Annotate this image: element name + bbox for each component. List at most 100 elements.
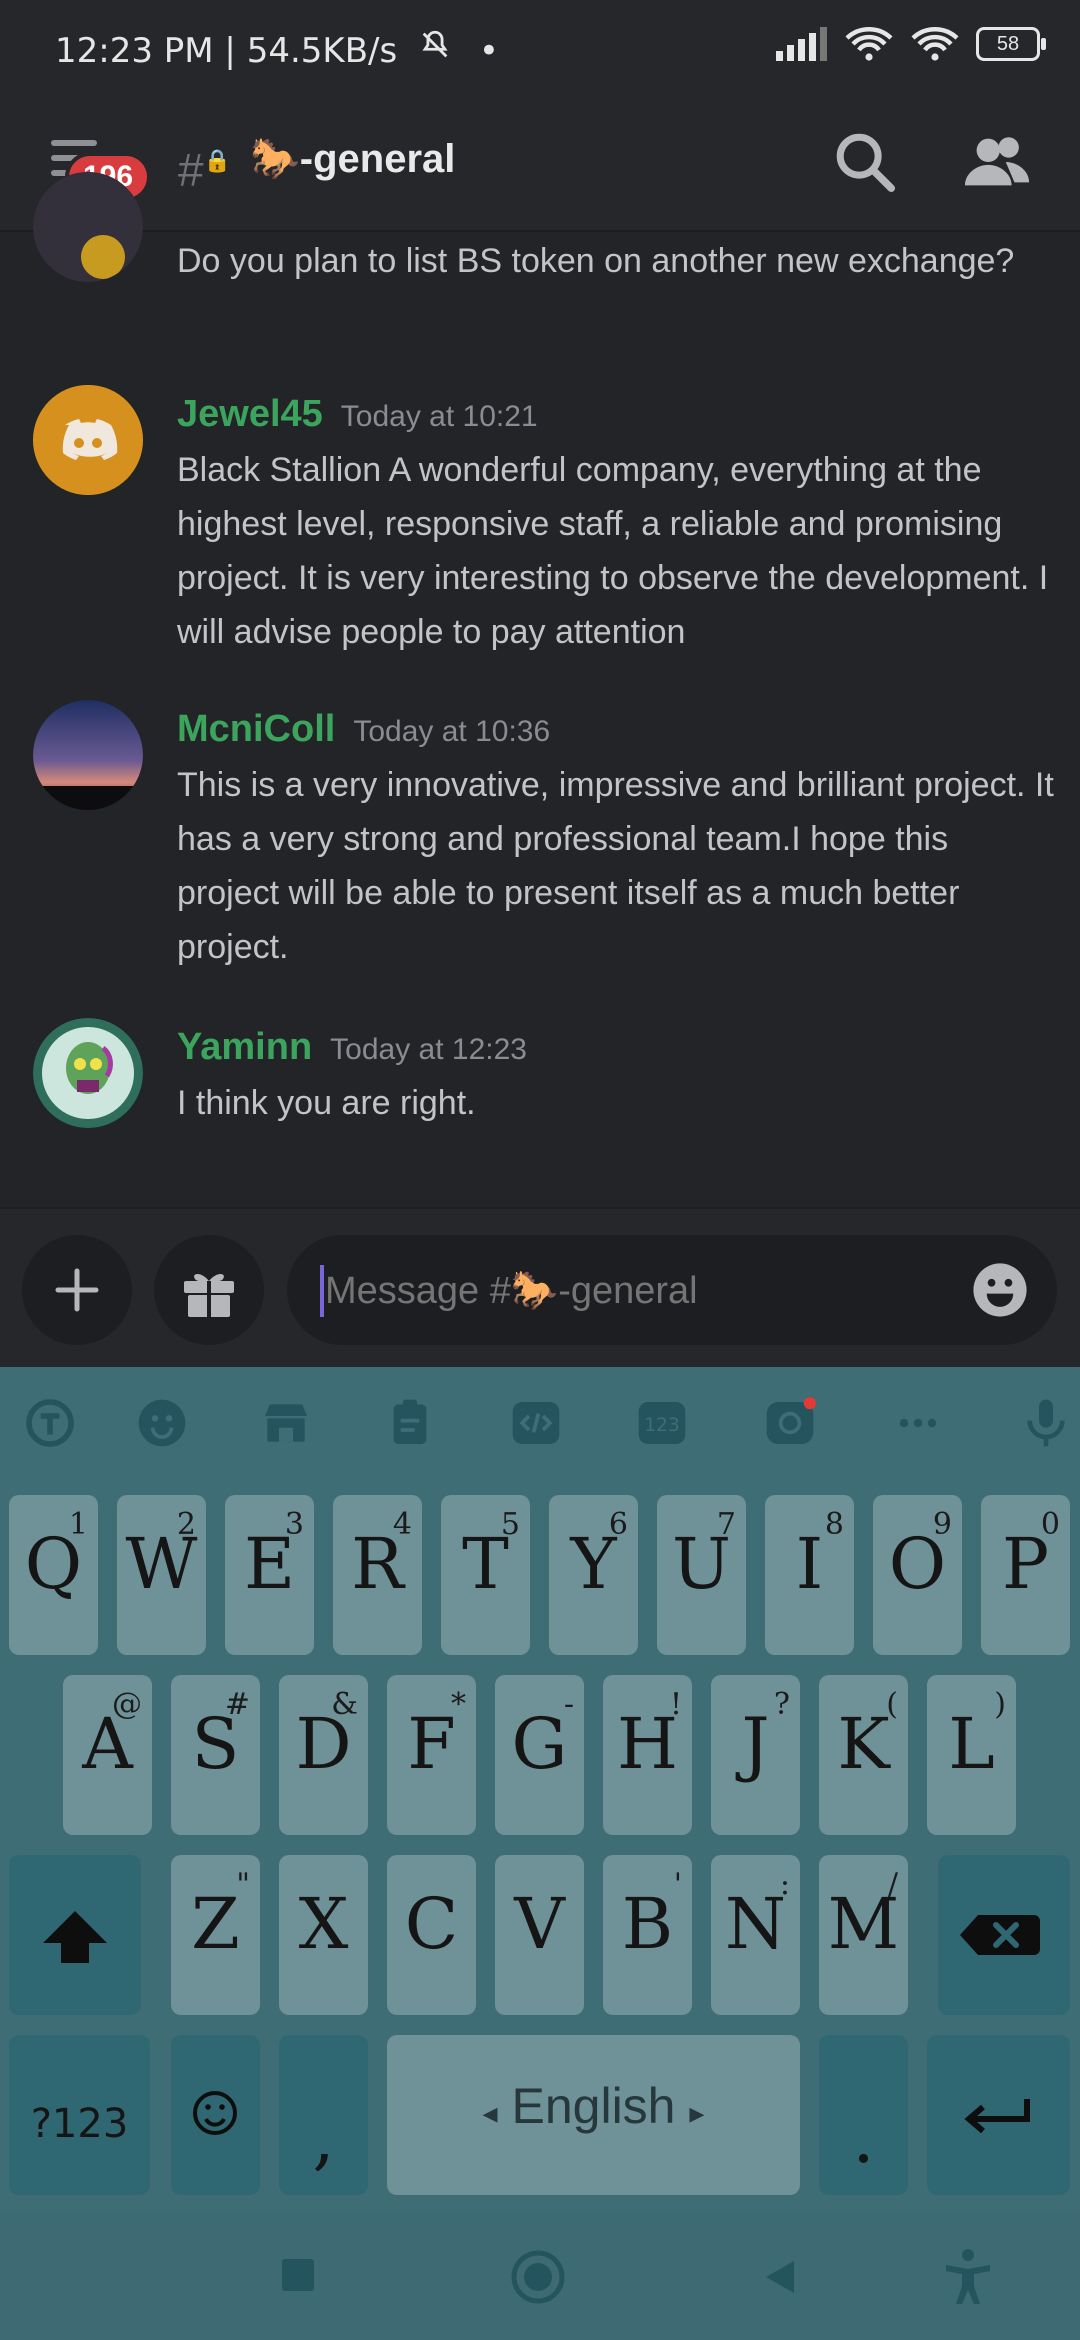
key-label: O: [888, 1523, 947, 1605]
key-h[interactable]: ! H: [603, 1675, 692, 1835]
key-o[interactable]: 9O: [873, 1495, 962, 1655]
message-time: Today at 10:21: [340, 400, 538, 433]
key-label: E: [243, 1523, 296, 1605]
wifi-icon-2: [911, 27, 959, 61]
key-l[interactable]: ) L: [927, 1675, 1016, 1835]
members-icon[interactable]: [962, 127, 1032, 197]
key-w[interactable]: 2W: [117, 1495, 206, 1655]
period-key[interactable]: .: [819, 2035, 908, 2195]
keyboard-toolbar: 123: [0, 1367, 1080, 1477]
store-icon[interactable]: [258, 1395, 314, 1451]
comma-key[interactable]: ,: [279, 2035, 368, 2195]
message-author[interactable]: Jewel45 Today at 10:21: [177, 393, 538, 436]
keyboard: 123 1Q 2W 3E 4R 5T 6Y 7U 8I 9O 0P @ A # S …: [0, 1367, 1080, 2340]
key-label: T: [462, 1523, 509, 1605]
gift-button[interactable]: [154, 1235, 264, 1345]
message-text: This is a very innovative, impressive an…: [177, 766, 1054, 966]
message-text: Black Stallion A wonderful company, ever…: [177, 451, 1049, 651]
key-label: H: [616, 1703, 679, 1785]
message-time: Today at 12:23: [330, 1033, 527, 1066]
key-label: U: [672, 1523, 731, 1605]
status-dot: •: [478, 31, 499, 71]
author-name[interactable]: McniColl: [177, 708, 335, 750]
key-e[interactable]: 3E: [225, 1495, 314, 1655]
space-label: English: [511, 2078, 676, 2134]
code-icon[interactable]: [508, 1395, 564, 1451]
message-text: Do you plan to list BS token on another …: [177, 242, 1015, 280]
clipboard-icon[interactable]: [382, 1395, 438, 1451]
key-r[interactable]: 4R: [333, 1495, 422, 1655]
locked-channel-icon: #🔒: [178, 144, 231, 196]
add-attachment-button[interactable]: [22, 1235, 132, 1345]
key-label: W: [125, 1523, 198, 1605]
key-b[interactable]: ' B: [603, 1855, 692, 2015]
key-f[interactable]: * F: [387, 1675, 476, 1835]
key-label: F: [407, 1703, 456, 1785]
key-y[interactable]: 6Y: [549, 1495, 638, 1655]
key-label: G: [511, 1703, 568, 1785]
emoji-key[interactable]: [171, 2035, 260, 2195]
recents-icon[interactable]: [278, 2255, 318, 2295]
svg-text:123: 123: [644, 1415, 680, 1436]
key-v[interactable]: V: [495, 1855, 584, 2015]
key-g[interactable]: -G: [495, 1675, 584, 1835]
status-bar: 12:23 PM | 54.5KB/s • 58: [0, 0, 1080, 95]
smiley-icon: [193, 2091, 237, 2135]
battery-level: 58: [996, 32, 1020, 55]
emoji-icon[interactable]: [971, 1261, 1029, 1319]
key-z[interactable]: " Z: [171, 1855, 260, 2015]
avatar[interactable]: [33, 172, 143, 282]
system-nav-bar: [0, 2211, 1080, 2340]
author-name[interactable]: Jewel45: [177, 393, 323, 435]
key-d[interactable]: & D: [279, 1675, 368, 1835]
key-j[interactable]: ? J: [711, 1675, 800, 1835]
avatar[interactable]: [33, 385, 143, 495]
battery-icon: 58: [976, 27, 1046, 61]
sticker-icon[interactable]: [762, 1395, 818, 1451]
key-n[interactable]: :N: [711, 1855, 800, 2015]
key-label: S: [191, 1703, 240, 1785]
key-label: V: [514, 1883, 565, 1965]
message-author[interactable]: Yaminn Today at 12:23: [177, 1026, 527, 1069]
home-icon[interactable]: [510, 2249, 566, 2305]
back-icon[interactable]: [758, 2255, 802, 2299]
shift-icon: [43, 1911, 107, 1963]
key-u[interactable]: 7U: [657, 1495, 746, 1655]
key-label: ,: [312, 2097, 335, 2179]
key-label: K: [837, 1703, 890, 1785]
key-i[interactable]: 8I: [765, 1495, 854, 1655]
shift-key[interactable]: [9, 1855, 141, 2015]
channel-title[interactable]: 🐎-general: [250, 135, 455, 182]
message-input-container: [287, 1235, 1057, 1347]
text-translate-icon[interactable]: [22, 1395, 78, 1451]
backspace-key[interactable]: [938, 1855, 1070, 2015]
key-x[interactable]: X: [279, 1855, 368, 2015]
space-key[interactable]: ◂ English ▸: [387, 2035, 800, 2195]
symbols-key[interactable]: ?123: [9, 2035, 150, 2195]
key-c[interactable]: C: [387, 1855, 476, 2015]
enter-key[interactable]: [927, 2035, 1070, 2195]
author-name[interactable]: Yaminn: [177, 1026, 312, 1068]
discord-logo-icon: [33, 385, 143, 495]
search-icon[interactable]: [830, 127, 900, 197]
key-k[interactable]: (K: [819, 1675, 908, 1835]
key-label: X: [298, 1883, 349, 1965]
emoji-icon[interactable]: [134, 1395, 190, 1451]
more-icon[interactable]: [890, 1395, 946, 1451]
accessibility-icon[interactable]: [940, 2247, 996, 2307]
message-author[interactable]: McniColl Today at 10:36: [177, 708, 550, 751]
avatar[interactable]: [33, 700, 143, 810]
key-s[interactable]: # S: [171, 1675, 260, 1835]
key-q[interactable]: 1Q: [9, 1495, 98, 1655]
signal-icon: [776, 27, 827, 61]
numbers-icon[interactable]: 123: [634, 1395, 690, 1451]
avatar[interactable]: [33, 1018, 143, 1128]
microphone-icon[interactable]: [1018, 1395, 1074, 1451]
key-t[interactable]: 5T: [441, 1495, 530, 1655]
key-p[interactable]: 0P: [981, 1495, 1070, 1655]
enter-icon: [964, 2099, 1030, 2134]
key-a[interactable]: @ A: [63, 1675, 152, 1835]
key-label: N: [724, 1883, 787, 1965]
key-m[interactable]: / M: [819, 1855, 908, 2015]
message-input[interactable]: [323, 1235, 927, 1347]
